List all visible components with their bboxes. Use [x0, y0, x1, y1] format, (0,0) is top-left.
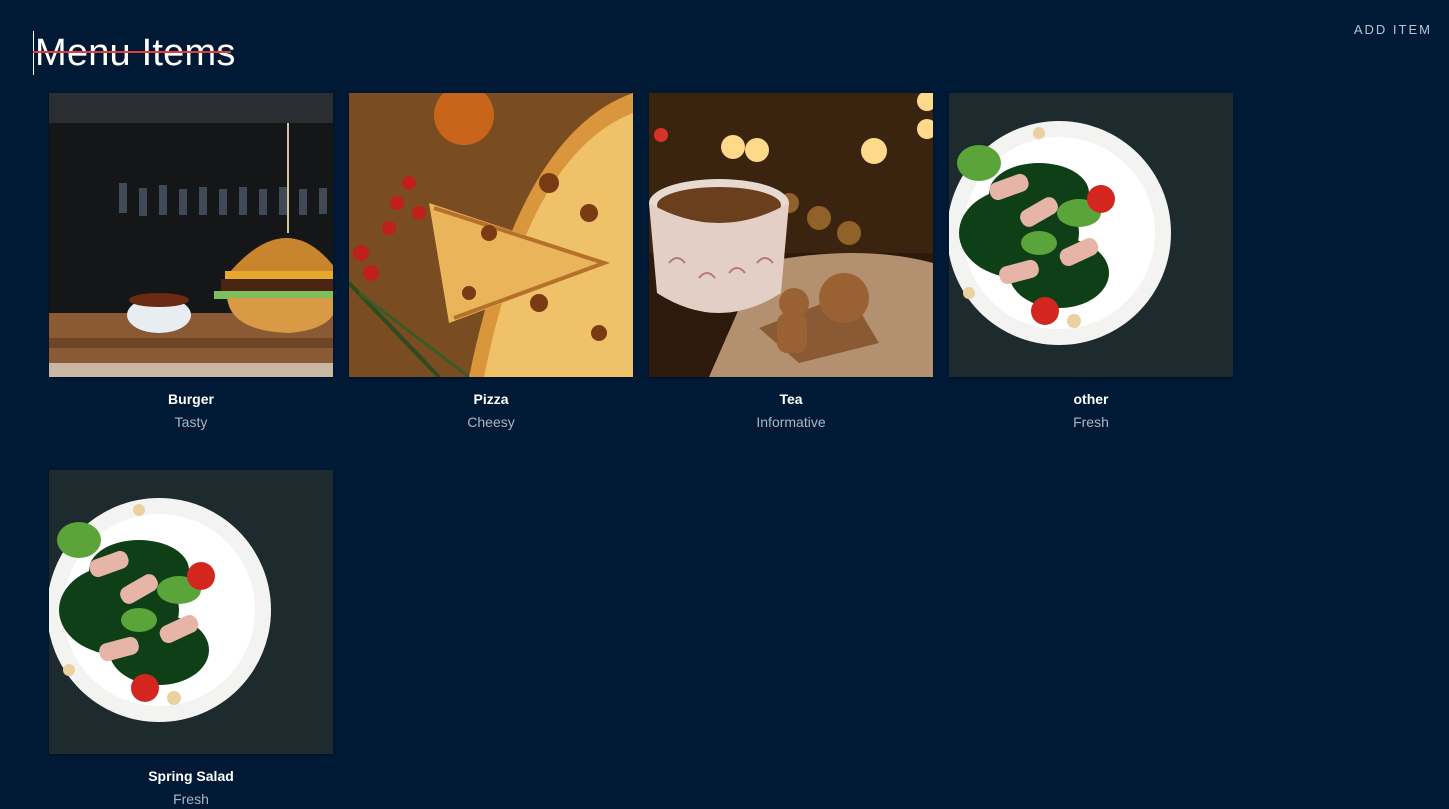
salad-photo[interactable] [49, 470, 333, 754]
add-item-button[interactable]: ADD ITEM [1354, 22, 1432, 37]
menu-item-description: Tasty [174, 414, 208, 430]
menu-item-card[interactable]: Spring Salad Fresh [49, 470, 333, 807]
title-underline [33, 51, 231, 53]
menu-item-card[interactable]: Pizza Cheesy [349, 93, 633, 430]
menu-item-name: Tea [779, 391, 803, 407]
menu-item-name: other [1073, 391, 1109, 407]
menu-item-description: Fresh [173, 791, 209, 807]
tea-photo[interactable] [649, 93, 933, 377]
menu-item-card[interactable]: Tea Informative [649, 93, 933, 430]
menu-item-description: Informative [756, 414, 826, 430]
page-title: Menu Items [33, 31, 236, 76]
menu-item-description: Fresh [1073, 414, 1109, 430]
menu-item-name: Pizza [473, 391, 509, 407]
menu-grid: Burger Tasty Pizza Cheesy Tea Informativ… [49, 93, 1233, 807]
pizza-photo[interactable] [349, 93, 633, 377]
menu-item-description: Cheesy [467, 414, 515, 430]
menu-item-card[interactable]: Burger Tasty [49, 93, 333, 430]
menu-item-card[interactable]: other Fresh [949, 93, 1233, 430]
salad-photo[interactable] [949, 93, 1233, 377]
menu-items-page: Menu Items ADD ITEM Burger Tasty Pizza C… [0, 0, 1449, 809]
burger-photo[interactable] [49, 93, 333, 377]
menu-item-name: Spring Salad [148, 768, 234, 784]
menu-item-name: Burger [168, 391, 214, 407]
